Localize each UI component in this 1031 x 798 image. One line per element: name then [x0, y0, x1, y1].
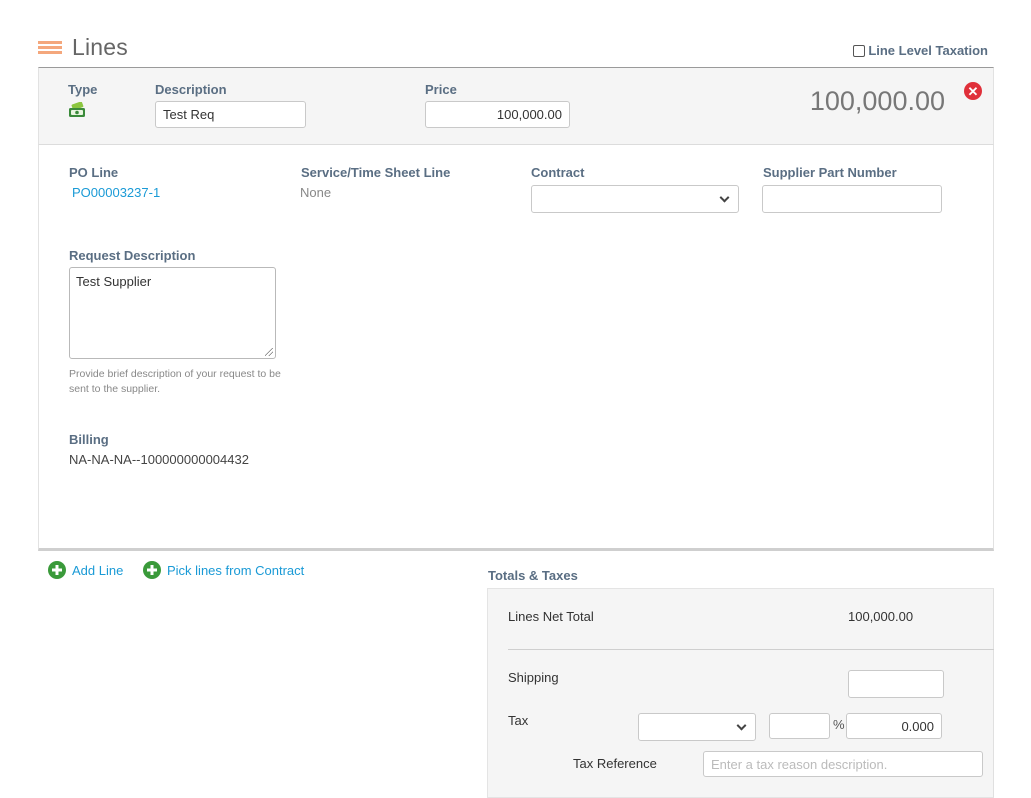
type-label: Type	[68, 82, 98, 97]
lines-net-total-value: 100,000.00	[848, 609, 914, 624]
description-value: Test Req	[163, 107, 215, 122]
percent-symbol: %	[833, 717, 845, 732]
chevron-down-icon	[736, 720, 747, 731]
pick-lines-label: Pick lines from Contract	[167, 562, 305, 578]
add-line-label: Add Line	[72, 562, 124, 578]
chevron-down-icon	[719, 192, 730, 203]
line-total: 100,000.00	[809, 86, 945, 116]
contract-label: Contract	[531, 165, 585, 180]
line-level-taxation-toggle[interactable]: Line Level Taxation	[853, 43, 988, 58]
shipping-label: Shipping	[508, 670, 559, 685]
request-description-textarea[interactable]: Test Supplier	[69, 267, 276, 359]
billing-label: Billing	[69, 432, 109, 447]
tax-reference-label: Tax Reference	[573, 756, 657, 771]
supplier-part-input[interactable]	[762, 185, 942, 213]
line-level-taxation-checkbox[interactable]	[853, 44, 866, 57]
remove-line-icon[interactable]: ✕	[964, 82, 982, 100]
service-sheet-value: None	[300, 185, 332, 200]
price-label: Price	[425, 82, 457, 97]
billing-value: NA-NA-NA--100000000004432	[69, 452, 249, 467]
totals-divider	[508, 649, 994, 650]
contract-select[interactable]	[531, 185, 739, 213]
totals-title: Totals & Taxes	[488, 568, 578, 583]
tax-amount-input[interactable]: 0.000	[846, 713, 942, 739]
pick-lines-from-contract-button[interactable]: Pick lines from Contract	[143, 561, 304, 579]
request-description-label: Request Description	[69, 248, 196, 263]
lines-net-total-label: Lines Net Total	[508, 609, 594, 624]
plus-circle-icon	[48, 561, 66, 579]
description-label: Description	[155, 82, 227, 97]
description-input[interactable]: Test Req	[155, 101, 306, 128]
tax-amount-value: 0.000	[901, 718, 934, 734]
supplier-part-label: Supplier Part Number	[763, 165, 897, 180]
add-line-button[interactable]: Add Line	[48, 561, 123, 579]
tax-reference-input[interactable]	[703, 751, 983, 777]
po-line-link[interactable]: PO00003237-1	[72, 185, 160, 200]
service-sheet-label: Service/Time Sheet Line	[301, 165, 451, 180]
shipping-input[interactable]	[848, 670, 944, 698]
line-level-taxation-label: Line Level Taxation	[868, 43, 988, 58]
tax-code-select[interactable]	[638, 713, 756, 741]
tax-label: Tax	[508, 713, 529, 728]
request-description-value: Test Supplier	[76, 274, 152, 289]
po-line-label: PO Line	[69, 165, 119, 180]
plus-circle-icon	[143, 561, 161, 579]
section-title: Lines	[72, 34, 128, 60]
price-value: 100,000.00	[496, 107, 562, 122]
money-icon	[68, 101, 86, 118]
request-description-hint: Provide brief description of your reques…	[69, 368, 281, 395]
lines-section-icon	[38, 41, 62, 55]
price-input[interactable]: 100,000.00	[425, 101, 570, 128]
tax-rate-input[interactable]	[769, 713, 830, 739]
resize-handle-icon[interactable]	[265, 348, 273, 356]
